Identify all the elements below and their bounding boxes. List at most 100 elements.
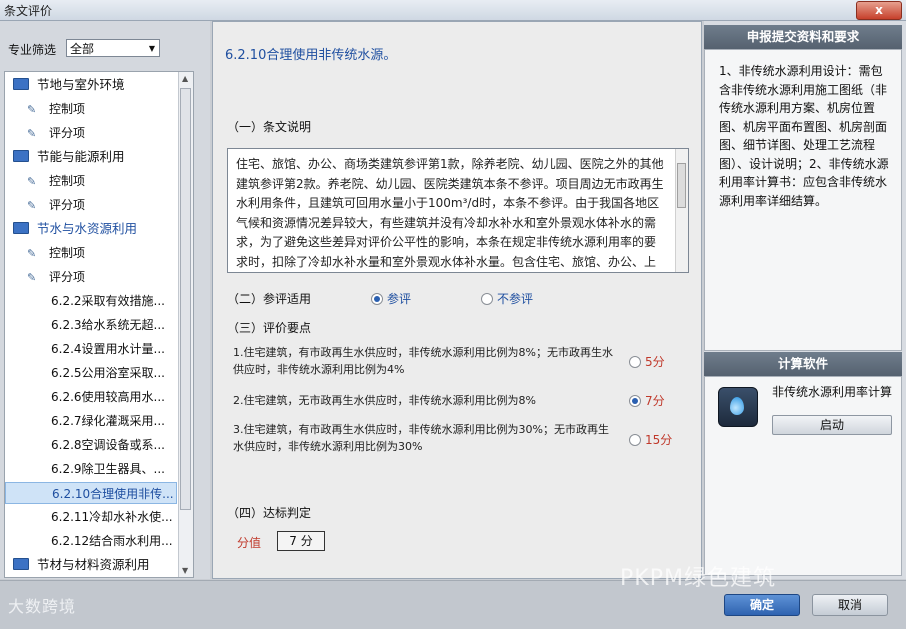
start-button[interactable]: 启动 [772, 415, 892, 435]
tree-item-label: 6.2.4设置用水计量... [51, 342, 165, 356]
radio-unselected-icon [629, 434, 641, 446]
close-button[interactable]: x [856, 1, 902, 20]
criterion-3-text: 3.住宅建筑，有市政再生水供应时，非传统水源利用比例为30%；无市政再生水供应时… [233, 423, 609, 453]
pen-icon: ✎ [27, 175, 37, 188]
pen-icon: ✎ [27, 199, 37, 212]
watermark-left: 大数跨境 [8, 597, 77, 616]
tree-clause-item[interactable]: 6.2.7绿化灌溉采用... [5, 410, 193, 432]
tree-item-label: 控制项 [49, 246, 86, 260]
explain-scroll-thumb[interactable] [677, 163, 686, 208]
folder-icon [13, 150, 29, 162]
points-heading: （三）评价要点 [227, 321, 312, 335]
tree-category[interactable]: 节材与材料资源利用 [5, 554, 177, 576]
tree-subitem[interactable]: ✎ 评分项 [5, 266, 177, 288]
tree-item-label: 6.2.2采取有效措施... [51, 294, 165, 308]
scroll-down-icon[interactable]: ▼ [182, 566, 188, 575]
tree-clause-item[interactable]: 6.2.8空调设备或系... [5, 434, 193, 456]
tree-clause-item[interactable]: 6.2.4设置用水计量... [5, 338, 193, 360]
tree-category[interactable]: 节地与室外环境 [5, 74, 177, 96]
tree-item-label: 6.2.10合理使用非传... [52, 487, 174, 501]
score-value: 7 分 [277, 531, 325, 551]
tree-item-label: 节材与材料资源利用 [37, 557, 150, 572]
explain-scrollbar[interactable] [675, 149, 688, 272]
requirements-text: 1、非传统水源利用设计：需包含非传统水源利用施工图纸（非传统水源利用方案、机房位… [719, 64, 889, 208]
pen-icon: ✎ [27, 247, 37, 260]
tree-subitem[interactable]: ✎ 评分项 [5, 122, 177, 144]
chevron-down-icon: ▼ [148, 44, 155, 53]
folder-icon [13, 78, 29, 90]
tree-clause-item[interactable]: 6.2.10合理使用非传... [5, 482, 177, 504]
window-title: 条文评价 [4, 4, 53, 18]
tree-item-label: 节水与水资源利用 [37, 221, 138, 236]
tree-clause-item[interactable]: 6.2.12结合雨水利用... [5, 530, 193, 552]
tree-clause-item[interactable]: 6.2.5公用浴室采取... [5, 362, 193, 384]
pen-icon: ✎ [27, 271, 37, 284]
right-panel: 申报提交资料和要求 1、非传统水源利用设计：需包含非传统水源利用施工图纸（非传统… [704, 21, 906, 579]
tree-clause-item[interactable]: 6.2.2采取有效措施... [5, 290, 193, 312]
filter-value: 全部 [70, 42, 95, 56]
tree-item-label: 节能与能源利用 [37, 149, 125, 164]
tree-category[interactable]: 节水与水资源利用 [5, 218, 177, 240]
tree-item-label: 6.2.11冷却水补水使... [51, 510, 173, 524]
calc-app-name: 非传统水源利用率计算 [772, 385, 893, 399]
tree-subitem[interactable]: ✎ 控制项 [5, 170, 177, 192]
left-panel: 专业筛选 全部 ▼ ▲ ▼ 节地与室外环境 ✎ 控制项 ✎ 评分项 节能与能源利用 ✎ 控制项… [0, 21, 210, 579]
scroll-up-icon[interactable]: ▲ [182, 74, 188, 83]
pen-icon: ✎ [27, 127, 37, 140]
calc-software-heading: 计算软件 [704, 352, 902, 376]
applicable-no-label: 不参评 [497, 292, 534, 306]
tree-item-label: 6.2.9除卫生器具、... [51, 462, 165, 476]
tree-item-label: 6.2.12结合雨水利用... [51, 534, 173, 548]
criterion-3-score: 15分 [645, 433, 673, 447]
criterion-1-text: 1.住宅建筑，有市政再生水供应时，非传统水源利用比例为8%；无市政再生水供应时，… [233, 346, 613, 376]
radio-selected-icon [629, 395, 641, 407]
watermark-right: PKPM绿色建筑 [620, 566, 776, 591]
radio-selected-icon [371, 293, 383, 305]
tree-item-label: 节地与室外环境 [37, 77, 125, 92]
radio-unselected-icon [481, 293, 493, 305]
filter-label: 专业筛选 [8, 43, 57, 57]
tree-item-label: 6.2.3给水系统无超... [51, 318, 165, 332]
criterion-3-radio[interactable]: 15分 [629, 431, 672, 448]
tree-subitem[interactable]: ✎ 控制项 [5, 98, 177, 120]
tree-clause-item[interactable]: 6.2.11冷却水补水使... [5, 506, 193, 528]
tree-item-label: 控制项 [49, 102, 86, 116]
criterion-1-score: 5分 [645, 355, 665, 369]
requirements-heading: 申报提交资料和要求 [704, 25, 902, 49]
tree-clause-item[interactable]: 6.2.9除卫生器具、... [5, 458, 193, 480]
clause-panel: 6.2.10合理使用非传统水源。 （一）条文说明 住宅、旅馆、办公、商场类建筑参… [212, 21, 702, 579]
tree-item-label: 6.2.8空调设备或系... [51, 438, 165, 452]
tree-subitem[interactable]: ✎ 评分项 [5, 194, 177, 216]
applicable-yes-label: 参评 [387, 292, 412, 306]
criterion-2-radio[interactable]: 7分 [629, 392, 665, 409]
tree-item-label: 6.2.6使用较高用水... [51, 390, 165, 404]
filter-select[interactable]: 全部 ▼ [66, 39, 160, 57]
score-label: 分值 [237, 536, 262, 550]
judge-heading: （四）达标判定 [227, 506, 312, 520]
water-drop-icon[interactable] [718, 387, 758, 427]
ok-button[interactable]: 确定 [724, 594, 800, 616]
criterion-2-text: 2.住宅建筑，无市政再生水供应时，非传统水源利用比例为8% [233, 394, 536, 407]
title-bar: 条文评价 x [0, 0, 906, 21]
radio-unselected-icon [629, 356, 641, 368]
tree-item-label: 评分项 [49, 198, 86, 212]
explain-text: 住宅、旅馆、办公、商场类建筑参评第1款，除养老院、幼儿园、医院之外的其他建筑参评… [236, 157, 664, 269]
radio-applicable-no[interactable]: 不参评 [481, 290, 533, 307]
tree-clause-item[interactable]: 6.2.6使用较高用水... [5, 386, 193, 408]
clause-title: 6.2.10合理使用非传统水源。 [225, 48, 397, 63]
tree-item-label: 6.2.5公用浴室采取... [51, 366, 165, 380]
folder-icon [13, 558, 29, 570]
tree-category[interactable]: 节能与能源利用 [5, 146, 177, 168]
tree-subitem[interactable]: ✎ 控制项 [5, 242, 177, 264]
cancel-button[interactable]: 取消 [812, 594, 888, 616]
tree-item-label: 6.2.7绿化灌溉采用... [51, 414, 165, 428]
clause-tree[interactable]: ▲ ▼ 节地与室外环境 ✎ 控制项 ✎ 评分项 节能与能源利用 ✎ 控制项 ✎ 评分项 节水与水资源… [4, 71, 194, 578]
requirements-box: 1、非传统水源利用设计：需包含非传统水源利用施工图纸（非传统水源利用方案、机房位… [704, 49, 902, 351]
explain-textbox[interactable]: 住宅、旅馆、办公、商场类建筑参评第1款，除养老院、幼儿园、医院之外的其他建筑参评… [227, 148, 689, 273]
criterion-2-score: 7分 [645, 394, 665, 408]
criterion-1-radio[interactable]: 5分 [629, 353, 665, 370]
applicable-heading: （二）参评适用 [227, 292, 312, 306]
pen-icon: ✎ [27, 103, 37, 116]
radio-applicable-yes[interactable]: 参评 [371, 290, 411, 307]
tree-clause-item[interactable]: 6.2.3给水系统无超... [5, 314, 193, 336]
